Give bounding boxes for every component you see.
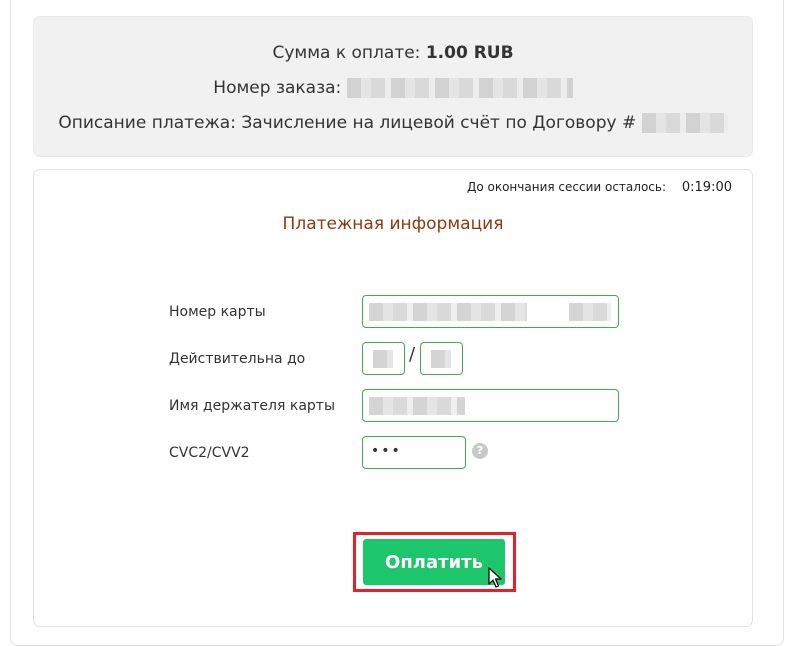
- card-number-tail-redacted: [569, 303, 611, 321]
- payment-form-panel: До окончания сессии осталось: 0:19:00 Пл…: [33, 169, 753, 627]
- order-label: Номер заказа:: [213, 78, 342, 98]
- cardholder-input[interactable]: [362, 389, 619, 422]
- cvc-masked-value: •••: [371, 443, 402, 459]
- expiry-label: Действительна до: [169, 351, 306, 367]
- cardholder-label: Имя держателя карты: [169, 398, 335, 414]
- expiry-year-redacted: [431, 350, 451, 368]
- expiry-separator: /: [409, 344, 416, 365]
- session-timer-label: До окончания сессии осталось:: [466, 180, 666, 194]
- payment-summary: Сумма к оплате: 1.00 RUB Номер заказа: О…: [33, 16, 753, 157]
- cardholder-redacted: [369, 397, 465, 415]
- order-line: Номер заказа:: [34, 78, 752, 98]
- cvc-label: CVC2/CVV2: [169, 445, 250, 461]
- expiry-month-redacted: [373, 350, 393, 368]
- description-label: Описание платежа:: [58, 113, 236, 133]
- amount-line: Сумма к оплате: 1.00 RUB: [34, 43, 752, 63]
- order-number-redacted: [346, 78, 573, 98]
- contract-number-redacted: [641, 113, 728, 133]
- form-title: Платежная информация: [282, 214, 504, 234]
- card-number-label: Номер карты: [169, 304, 266, 320]
- description-value: Зачисление на лицевой счёт по Договору #: [241, 113, 637, 133]
- description-line: Описание платежа: Зачисление на лицевой …: [34, 113, 752, 133]
- pay-button[interactable]: Оплатить: [363, 539, 505, 585]
- amount-label: Сумма к оплате:: [272, 43, 421, 63]
- question-circle-icon[interactable]: ?: [472, 443, 488, 459]
- mouse-cursor-icon: [488, 567, 502, 588]
- cvc-input[interactable]: •••: [362, 436, 466, 469]
- amount-value: 1.00 RUB: [425, 43, 514, 63]
- expiry-month-input[interactable]: [362, 342, 405, 375]
- expiry-year-input[interactable]: [420, 342, 463, 375]
- card-number-redacted: [369, 303, 527, 321]
- session-timer-value: 0:19:00: [681, 180, 732, 195]
- card-number-input[interactable]: [362, 295, 619, 328]
